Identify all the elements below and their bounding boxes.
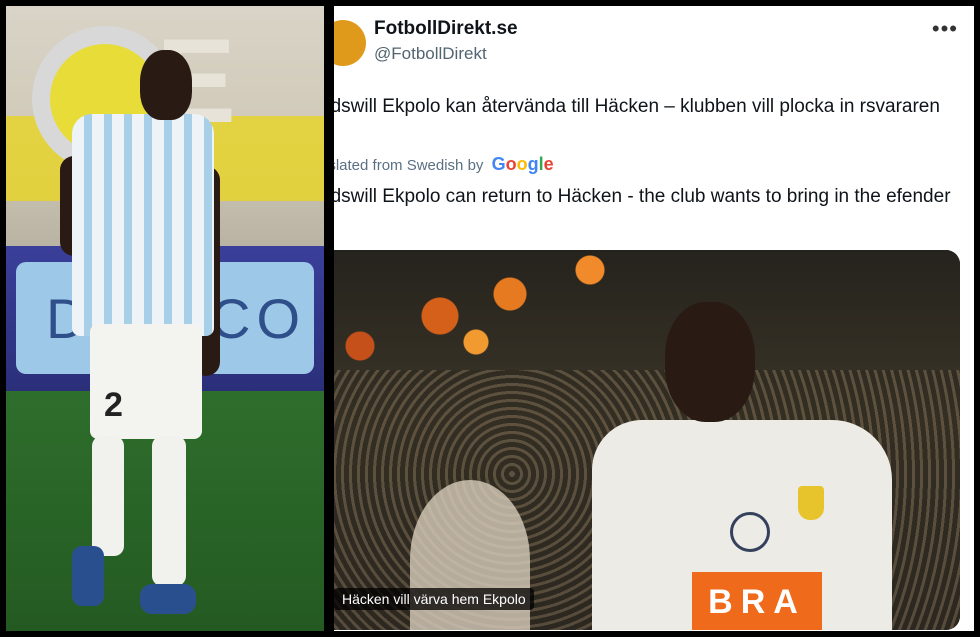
club-crest-icon xyxy=(798,486,824,520)
player-shirt xyxy=(72,114,214,336)
shirt-number: 2 xyxy=(104,386,123,424)
player-leg-right xyxy=(152,436,186,586)
player-leg-left xyxy=(92,436,124,556)
tweet-translated-text: odswill Ekpolo can return to Häcken - th… xyxy=(334,186,951,207)
player-head xyxy=(140,50,192,120)
player-boot-right xyxy=(140,584,196,614)
media-caption: Häcken vill värva hem Ekpolo xyxy=(334,588,534,610)
translated-from-label: nslated from Swedish by xyxy=(334,157,484,174)
more-options-icon[interactable]: ••• xyxy=(932,16,958,42)
foreground-player-head xyxy=(665,302,755,422)
author-avatar[interactable] xyxy=(334,20,366,66)
translation-attribution[interactable]: nslated from Swedish by Google xyxy=(334,154,554,175)
player-photo-left: E DIMACO 2 xyxy=(6,6,324,631)
author-name[interactable]: FotbollDirekt.se xyxy=(374,18,518,40)
google-logo: Google xyxy=(491,154,554,174)
vw-logo-icon xyxy=(730,512,770,552)
tweet-original-text: odswill Ekpolo kan återvända till Häcken… xyxy=(334,96,940,117)
tweet-card: FotbollDirekt.se @FotbollDirekt ••• odsw… xyxy=(334,6,974,631)
tweet-media-image[interactable]: BRA Häcken vill värva hem Ekpolo xyxy=(334,250,960,630)
player-boot-left xyxy=(72,546,104,606)
author-handle[interactable]: @FotbollDirekt xyxy=(374,44,487,64)
sponsor-banner: BRA xyxy=(692,572,822,630)
